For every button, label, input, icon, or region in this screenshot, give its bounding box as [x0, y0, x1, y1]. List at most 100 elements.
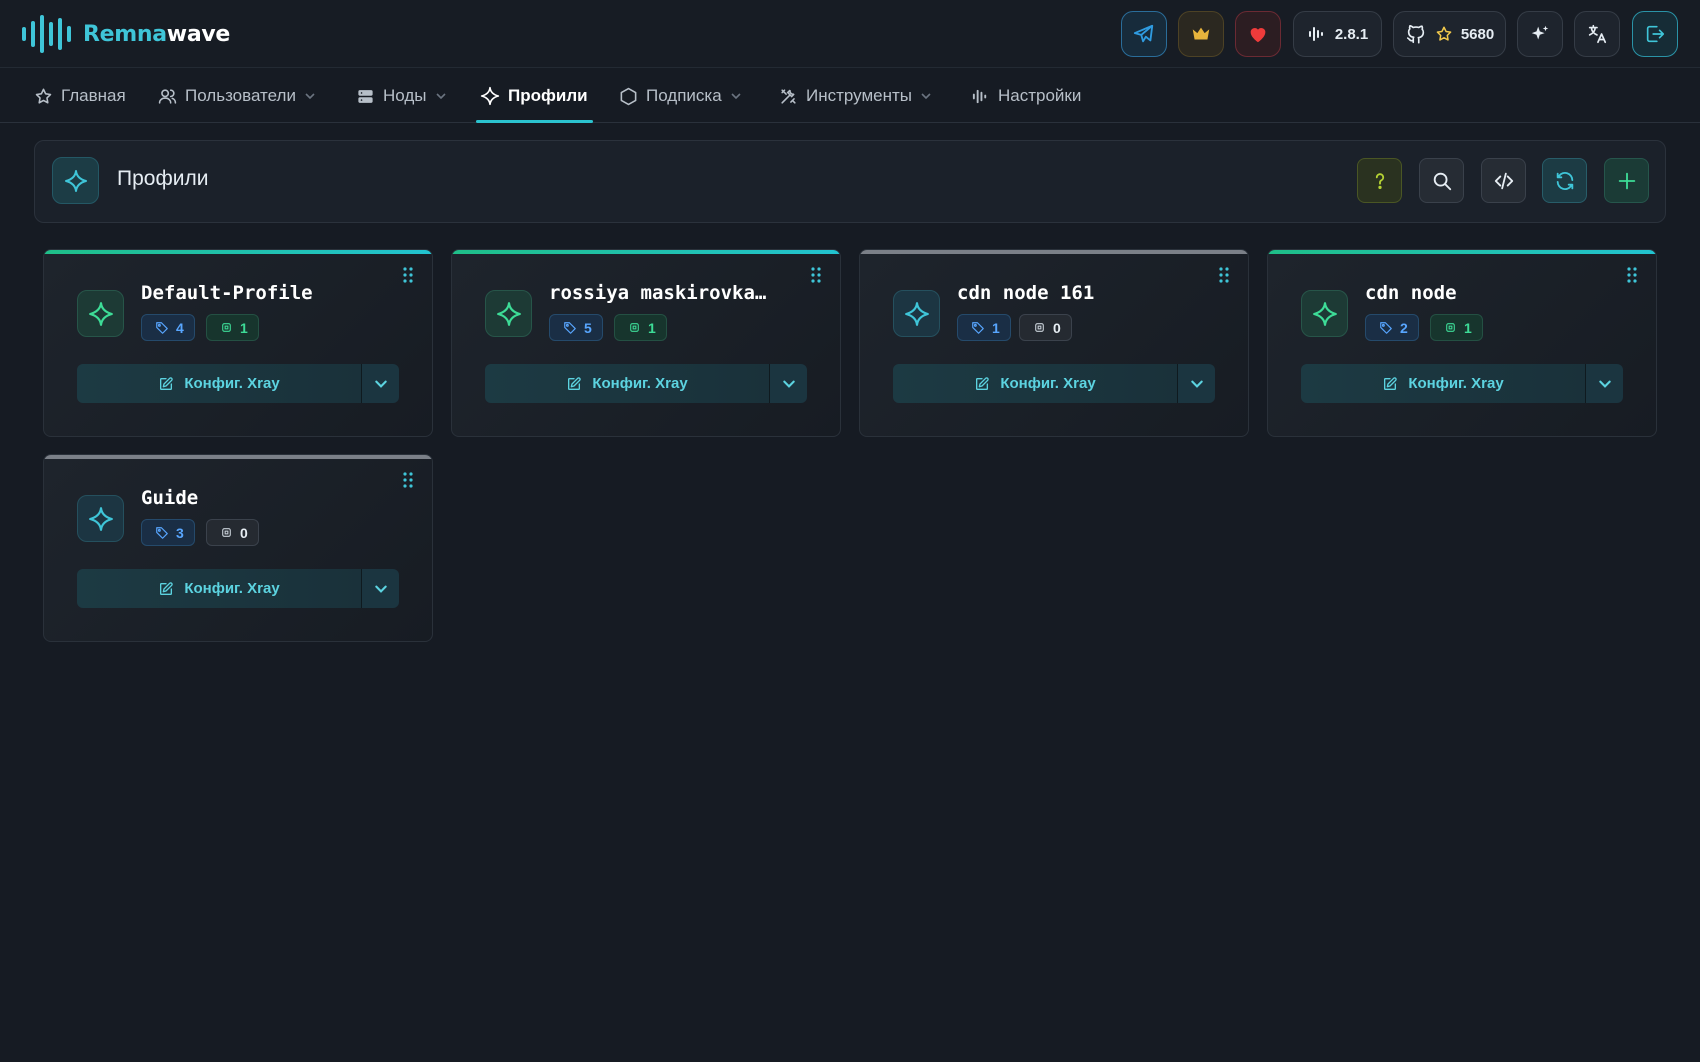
- inbounds-count: 5: [584, 319, 592, 336]
- profile-status-bar: [44, 455, 432, 459]
- nodes-count-badge: 1: [206, 314, 259, 341]
- inbounds-count: 2: [1400, 319, 1408, 336]
- language-button[interactable]: [1574, 11, 1620, 57]
- xray-config-split-button: Конфиг. Xray: [1301, 364, 1623, 403]
- xray-config-label: Конфиг. Xray: [184, 375, 280, 392]
- xray-config-button[interactable]: Конфиг. Xray: [893, 364, 1177, 403]
- nav-item-users[interactable]: Пользователи: [158, 69, 316, 123]
- telegram-button[interactable]: [1121, 11, 1167, 57]
- github-button[interactable]: 5680: [1393, 11, 1506, 57]
- code-icon: [1494, 172, 1513, 189]
- telegram-icon: [1133, 24, 1154, 43]
- inbounds-count: 4: [176, 319, 184, 336]
- ai-button[interactable]: [1517, 11, 1563, 57]
- profile-card[interactable]: Default-Profile 4 1 Конфиг. Xray: [43, 249, 433, 437]
- profile-status-bar: [44, 250, 432, 254]
- drag-handle-icon[interactable]: [402, 471, 414, 494]
- profile-menu-dropdown[interactable]: [362, 364, 399, 403]
- nav-item-subscription[interactable]: Подписка: [619, 69, 742, 123]
- drag-handle-icon[interactable]: [402, 266, 414, 289]
- inbounds-count: 3: [176, 524, 184, 541]
- profile-status-bar: [1268, 250, 1656, 254]
- edit-icon: [160, 376, 174, 390]
- code-view-button[interactable]: [1481, 158, 1526, 203]
- logout-icon: [1646, 25, 1665, 43]
- sparkle-icon: [88, 301, 113, 326]
- page-title: Профили: [117, 167, 209, 190]
- nav-item-label: Подписка: [646, 86, 722, 105]
- drag-handle-icon[interactable]: [1218, 266, 1230, 289]
- sparkle-icon: [1312, 301, 1337, 326]
- nav-item-nodes[interactable]: Ноды: [356, 69, 447, 123]
- xray-config-button[interactable]: Конфиг. Xray: [77, 364, 361, 403]
- brand-name: Remnawave: [83, 21, 231, 47]
- inbounds-count-badge: 3: [141, 519, 195, 546]
- profile-name: Default-Profile: [141, 282, 313, 304]
- nav-item-profiles[interactable]: Профили: [480, 69, 588, 123]
- version-button[interactable]: 2.8.1: [1293, 11, 1382, 57]
- nodes-count: 1: [240, 319, 248, 336]
- inbounds-count-badge: 2: [1365, 314, 1419, 341]
- xray-config-button[interactable]: Конфиг. Xray: [1301, 364, 1585, 403]
- chevron-down-icon: [1190, 380, 1203, 388]
- refresh-button[interactable]: [1542, 158, 1587, 203]
- nav-item-home[interactable]: Главная: [34, 69, 126, 123]
- nodes-count-badge: 0: [206, 519, 259, 546]
- profiles-page-icon: [52, 157, 99, 204]
- donate-button[interactable]: [1235, 11, 1281, 57]
- sparkles-icon: [1531, 25, 1549, 40]
- xray-config-button[interactable]: Конфиг. Xray: [77, 569, 361, 608]
- cpu-icon: [630, 323, 639, 332]
- hexagon-icon: [620, 87, 637, 105]
- logo[interactable]: Remnawave: [22, 14, 230, 54]
- profile-card[interactable]: cdn node 161 1 0 Конфиг. Xray: [859, 249, 1249, 437]
- add-profile-button[interactable]: [1604, 158, 1649, 203]
- nav-item-label: Пользователи: [185, 86, 296, 105]
- crown-icon: [1192, 27, 1210, 40]
- help-button[interactable]: [1357, 158, 1402, 203]
- inbounds-count-badge: 1: [957, 314, 1011, 341]
- xray-config-label: Конфиг. Xray: [592, 375, 688, 392]
- main-nav: Главная Пользователи Ноды Профили Подпис…: [0, 69, 1700, 123]
- inbounds-count-badge: 4: [141, 314, 195, 341]
- cpu-icon: [222, 528, 231, 537]
- logout-button[interactable]: [1632, 11, 1678, 57]
- profile-name: Guide: [141, 487, 199, 509]
- sponsor-button[interactable]: [1178, 11, 1224, 57]
- drag-handle-icon[interactable]: [810, 266, 822, 289]
- nodes-count: 1: [1464, 319, 1472, 336]
- nav-item-tools[interactable]: Инструменты: [779, 69, 932, 123]
- tag-icon: [1380, 321, 1392, 334]
- sparkle-icon: [88, 506, 113, 531]
- search-icon: [1433, 172, 1451, 190]
- github-icon: [1406, 25, 1424, 44]
- search-button[interactable]: [1419, 158, 1464, 203]
- tag-icon: [156, 321, 168, 334]
- sparkle-icon: [480, 86, 500, 106]
- heart-icon: [1250, 28, 1266, 43]
- chevron-down-icon: [374, 585, 387, 593]
- chevron-down-icon: [435, 93, 446, 100]
- profile-icon: [1301, 290, 1348, 337]
- profile-icon: [485, 290, 532, 337]
- drag-handle-icon[interactable]: [1626, 266, 1638, 289]
- page-header: Профили: [34, 140, 1666, 223]
- refresh-icon: [1556, 171, 1573, 190]
- cpu-icon: [1446, 323, 1455, 332]
- profile-menu-dropdown[interactable]: [1586, 364, 1623, 403]
- top-header: Remnawave 2.8.1 5680: [0, 0, 1700, 68]
- profile-menu-dropdown[interactable]: [1178, 364, 1215, 403]
- star-icon: [35, 88, 52, 104]
- profile-menu-dropdown[interactable]: [362, 569, 399, 608]
- xray-config-button[interactable]: Конфиг. Xray: [485, 364, 769, 403]
- profile-menu-dropdown[interactable]: [770, 364, 807, 403]
- profile-card[interactable]: Guide 3 0 Конфиг. Xray: [43, 454, 433, 642]
- nodes-count: 0: [240, 524, 248, 541]
- profile-status-bar: [452, 250, 840, 254]
- nav-item-settings[interactable]: Настройки: [971, 69, 1081, 123]
- sparkle-icon: [64, 169, 87, 192]
- profile-name: cdn node: [1365, 282, 1457, 304]
- xray-config-label: Конфиг. Xray: [1408, 375, 1504, 392]
- profile-card[interactable]: cdn node 2 1 Конфиг. Xray: [1267, 249, 1657, 437]
- profile-card[interactable]: rossiya maskirovka… 5 1 Конфиг. Xray: [451, 249, 841, 437]
